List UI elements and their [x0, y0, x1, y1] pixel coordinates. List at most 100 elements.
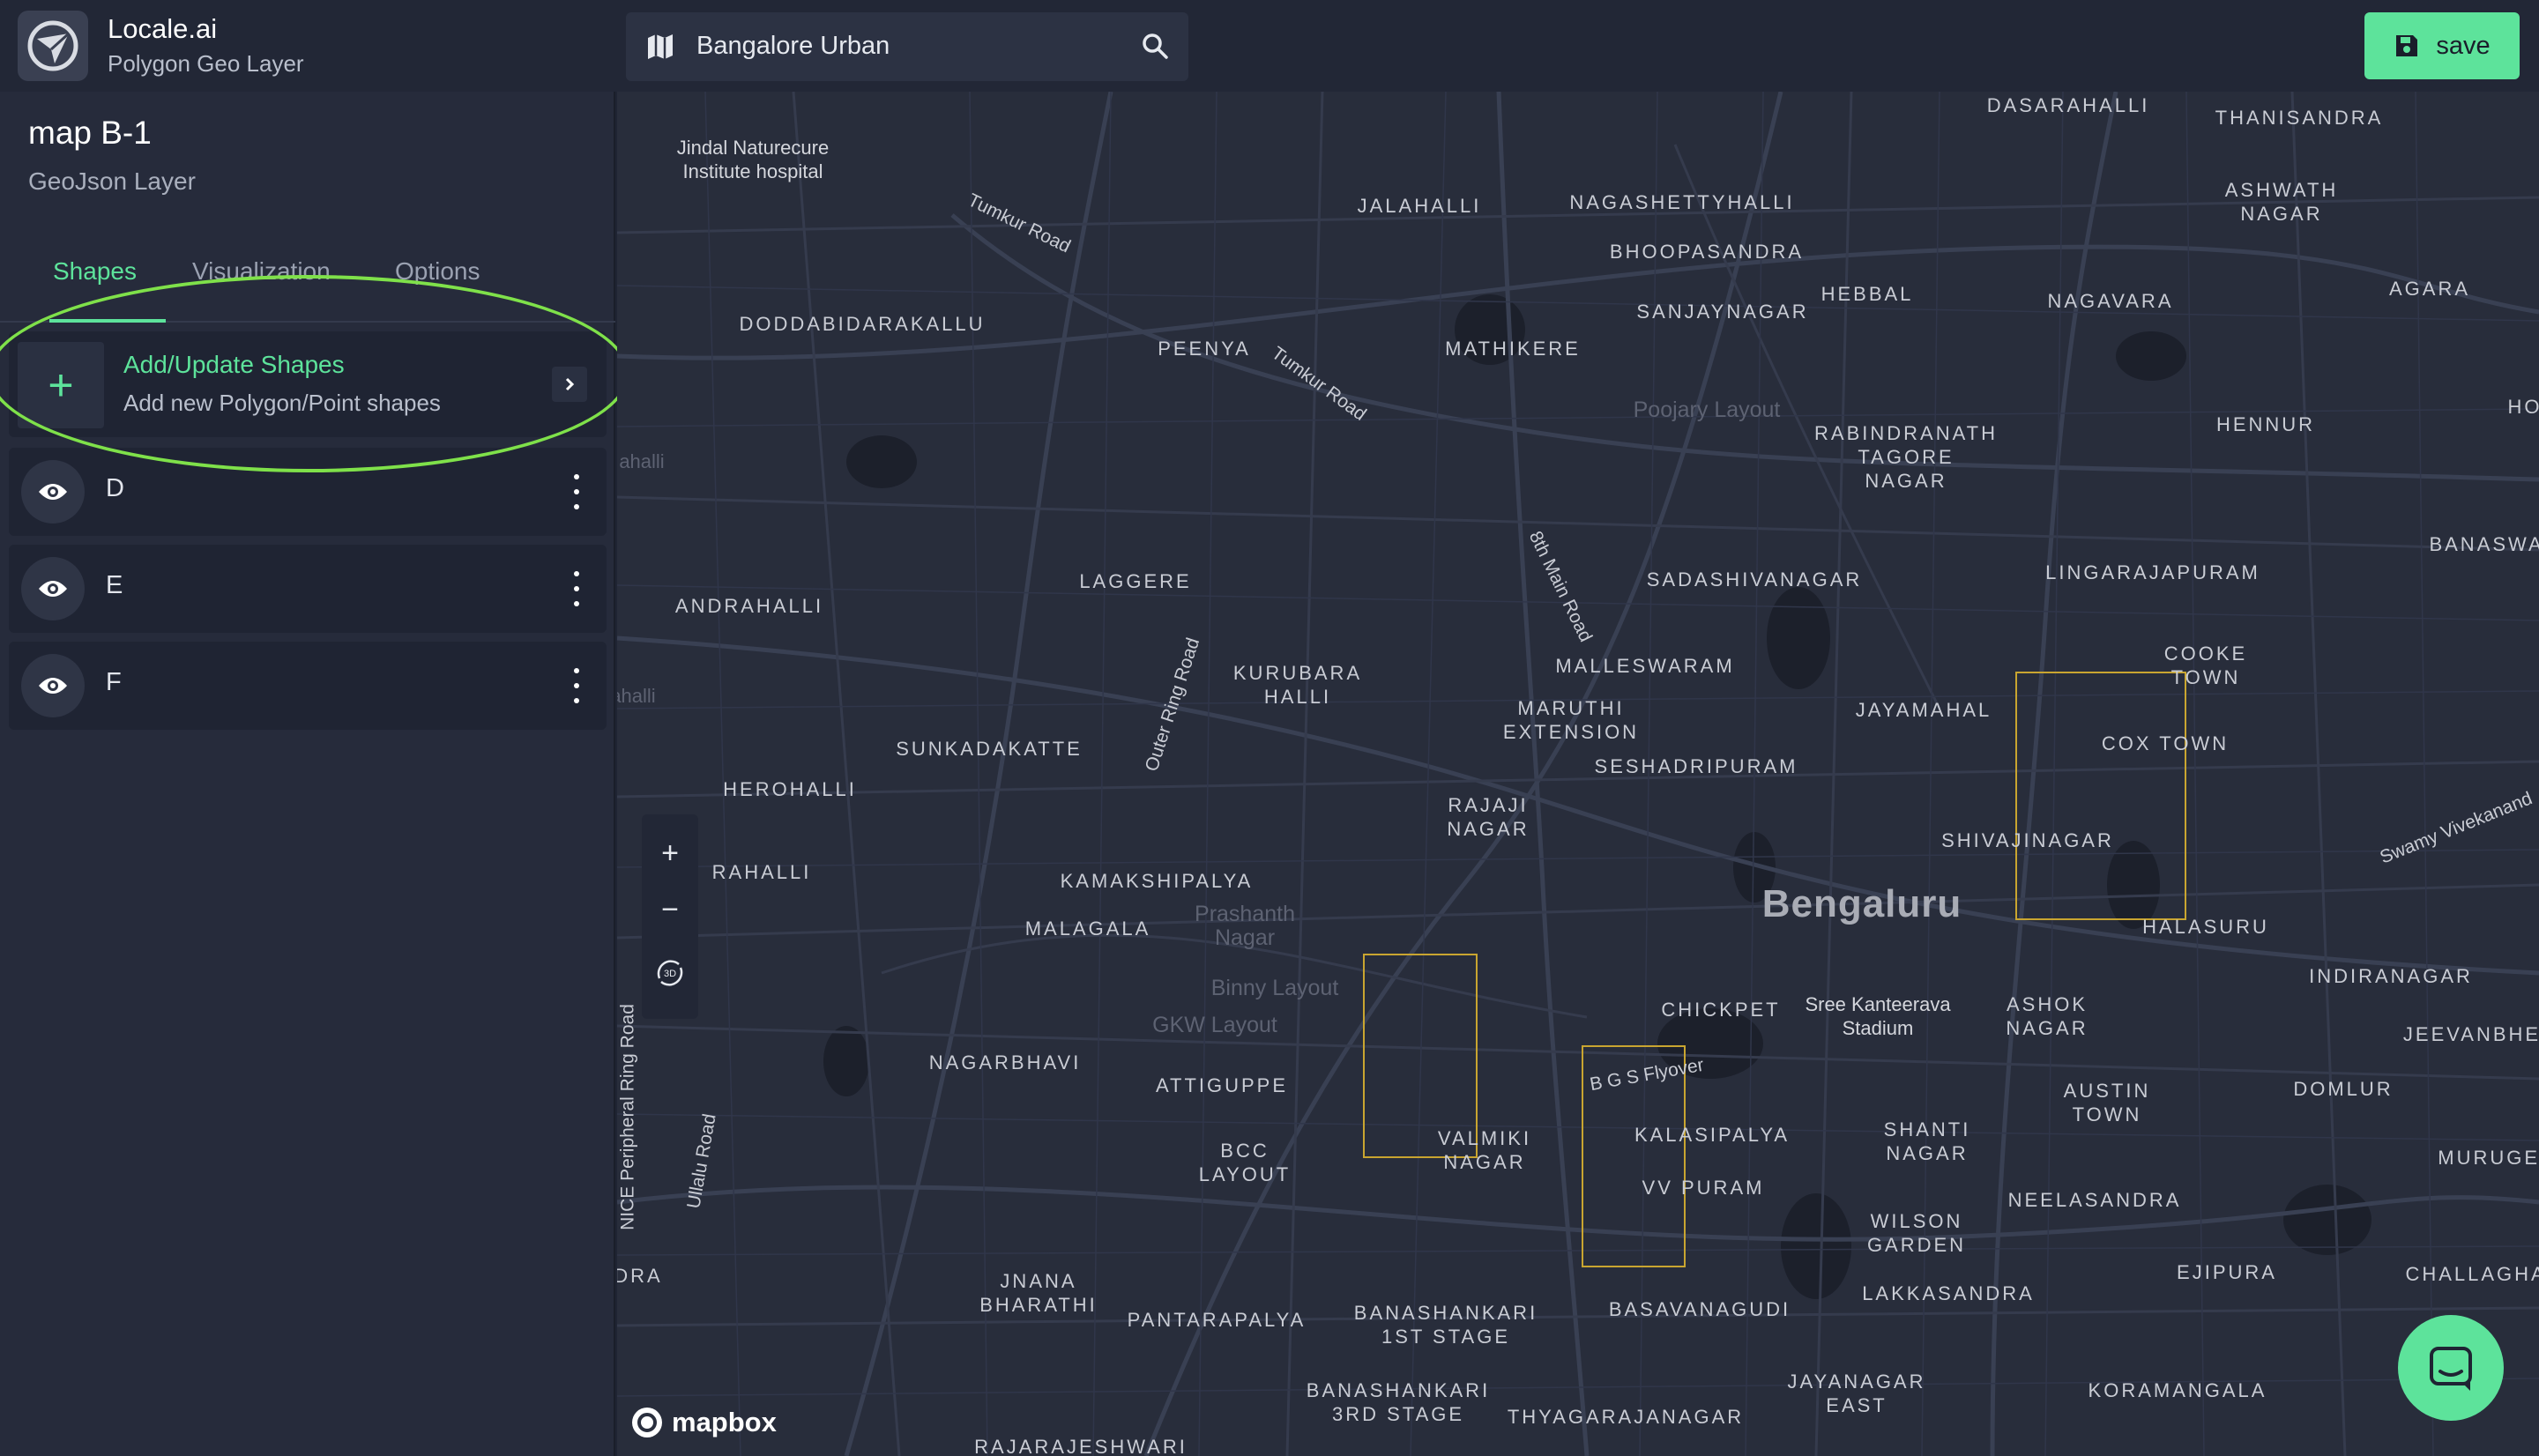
- map-label-city: Bengaluru: [1761, 882, 1962, 925]
- map-label: DASARAHALLI: [1986, 94, 2150, 116]
- save-icon: [2396, 35, 2418, 56]
- map-street-network: [617, 92, 2539, 1456]
- rotate-3d-icon: 3D: [657, 960, 683, 986]
- chevron-right-icon[interactable]: [552, 367, 587, 402]
- map-label: ASHWATH NAGAR: [2224, 179, 2339, 225]
- tab-options[interactable]: Options: [395, 257, 480, 286]
- shape-row[interactable]: E: [9, 545, 607, 633]
- map-label: Sree Kanteerava Stadium: [1805, 993, 1951, 1039]
- brand-header: Locale.ai Polygon Geo Layer: [0, 0, 615, 92]
- map-label: HALASURU: [2142, 916, 2269, 938]
- map-label: ASHOK NAGAR: [2006, 993, 2089, 1039]
- tab-visualization[interactable]: Visualization: [192, 257, 331, 286]
- shape-row[interactable]: F: [9, 642, 607, 730]
- active-tab-indicator: [49, 319, 166, 323]
- more-options-icon[interactable]: [568, 668, 585, 703]
- map-label: LAGGERE: [1079, 570, 1192, 592]
- map-label: BHOOPASANDRA: [1609, 241, 1805, 263]
- map-label: PANTARAPALYA: [1127, 1309, 1307, 1331]
- map-label: ahalli: [617, 685, 656, 707]
- map-label: WILSON GARDEN: [1866, 1210, 1967, 1256]
- map-label: SUNKADAKATTE: [896, 738, 1083, 760]
- visibility-eye-icon[interactable]: [21, 654, 85, 717]
- map-label: BANASHANKARI 1ST STAGE: [1353, 1302, 1538, 1348]
- add-shapes-title: Add/Update Shapes: [123, 351, 345, 378]
- map-navigation-controls: + − 3D: [642, 814, 698, 1019]
- map-label: SHANTI NAGAR: [1883, 1118, 1971, 1164]
- map-label: CHICKPET: [1661, 999, 1781, 1021]
- layer-title: map B-1: [28, 115, 152, 151]
- locale-logo-icon[interactable]: [18, 11, 88, 81]
- save-label: save: [2436, 31, 2491, 60]
- map-label: KORAMANGALA: [2088, 1379, 2267, 1401]
- map-label: SESHADRIPURAM: [1594, 755, 1798, 777]
- visibility-eye-icon[interactable]: [21, 460, 85, 524]
- map-label: NAGASHETTYHALLI: [1569, 191, 1795, 213]
- location-search[interactable]: Bangalore Urban: [626, 12, 1188, 81]
- visibility-eye-icon[interactable]: [21, 557, 85, 620]
- map-label: NAGAVARA: [2047, 290, 2174, 312]
- map-label: JNANA BHARATHI: [979, 1270, 1098, 1316]
- mapbox-logo-icon: [632, 1408, 662, 1437]
- map-label: VV PURAM: [1642, 1177, 1765, 1199]
- chat-support-button[interactable]: [2398, 1315, 2504, 1421]
- more-options-icon[interactable]: [568, 571, 585, 606]
- save-button[interactable]: save: [2364, 12, 2520, 79]
- map-label: PEENYA: [1158, 338, 1251, 360]
- search-icon[interactable]: [1141, 32, 1169, 64]
- map-label: LINGARAJAPURAM: [2045, 561, 2260, 583]
- map-label: MALAGALA: [1024, 917, 1151, 940]
- search-input[interactable]: Bangalore Urban: [696, 32, 890, 61]
- layer-type: GeoJson Layer: [28, 167, 196, 195]
- map-label: RAJARAJESHWARI: [974, 1436, 1188, 1456]
- top-bar: Bangalore Urban save: [615, 0, 2539, 92]
- map-label: SADASHIVANAGAR: [1646, 568, 1863, 591]
- shape-row[interactable]: D: [9, 448, 607, 536]
- map-label: KALASIPALYA: [1634, 1124, 1791, 1146]
- map-label: KAMAKSHIPALYA: [1060, 870, 1254, 892]
- map-canvas[interactable]: DASARAHALLI THANISANDRA Jindal Naturecur…: [617, 92, 2539, 1456]
- mapbox-attribution[interactable]: mapbox: [629, 1405, 777, 1440]
- app-name: Locale.ai: [108, 13, 218, 44]
- map-label: BANASWAD: [2429, 533, 2539, 555]
- sidebar: Locale.ai Polygon Geo Layer map B-1 GeoJ…: [0, 0, 629, 1456]
- map-label: NAGARBHAVI: [928, 1051, 1082, 1073]
- map-label: AUSTIN TOWN: [2063, 1080, 2151, 1125]
- map-label: MALLESWARAM: [1555, 655, 1735, 677]
- map-label: BCC LAYOUT: [1198, 1140, 1292, 1185]
- tab-shapes[interactable]: Shapes: [53, 257, 137, 286]
- map-label: INDIRANAGAR: [2309, 965, 2473, 987]
- map-label: HO: [2507, 396, 2539, 418]
- app-subtitle: Polygon Geo Layer: [108, 50, 304, 77]
- mapbox-label: mapbox: [672, 1407, 777, 1437]
- map-label: ATTIGUPPE: [1155, 1074, 1289, 1096]
- map-label: NEELASANDRA: [2007, 1189, 2182, 1211]
- chat-icon: [2430, 1347, 2472, 1391]
- shape-label: F: [106, 668, 122, 696]
- map-label: RABINDRANATH TAGORE NAGAR: [1814, 422, 1998, 492]
- map-label: COOKE TOWN: [2163, 643, 2248, 688]
- add-update-shapes-card[interactable]: + Add/Update Shapes Add new Polygon/Poin…: [9, 331, 607, 437]
- map-label: DODDABIDARAKALLU: [739, 313, 986, 335]
- map-label: SHIVAJINAGAR: [1941, 829, 2114, 851]
- map-label: JAYANAGAR EAST: [1787, 1371, 1926, 1416]
- map-label: Poojary Layout: [1633, 397, 1781, 422]
- zoom-out-button[interactable]: −: [642, 881, 698, 938]
- map-label: ANDRAHALLI: [674, 595, 824, 617]
- shape-outline[interactable]: [2015, 672, 2186, 920]
- map-label: Prashanth Nagar: [1195, 902, 1295, 950]
- map-label: JEEVANBHE: [2402, 1023, 2539, 1045]
- zoom-in-button[interactable]: +: [642, 825, 698, 881]
- tab-bar: Shapes Visualization Options: [0, 252, 615, 323]
- map-label: BANASHANKARI 3RD STAGE: [1306, 1379, 1491, 1425]
- map-label: LAKKASANDRA: [1862, 1282, 2035, 1304]
- map-label: VALMIKI NAGAR: [1437, 1127, 1532, 1173]
- map-label: HEROHALLI: [723, 778, 857, 800]
- pitch-3d-button[interactable]: 3D: [642, 945, 698, 1001]
- brand-text: Locale.ai Polygon Geo Layer: [108, 13, 304, 78]
- map-label: COX TOWN: [2101, 732, 2230, 754]
- add-shapes-subtitle: Add new Polygon/Point shapes: [123, 390, 441, 416]
- map-icon: [645, 32, 675, 66]
- map-label: KURUBARA HALLI: [1232, 662, 1363, 708]
- more-options-icon[interactable]: [568, 474, 585, 509]
